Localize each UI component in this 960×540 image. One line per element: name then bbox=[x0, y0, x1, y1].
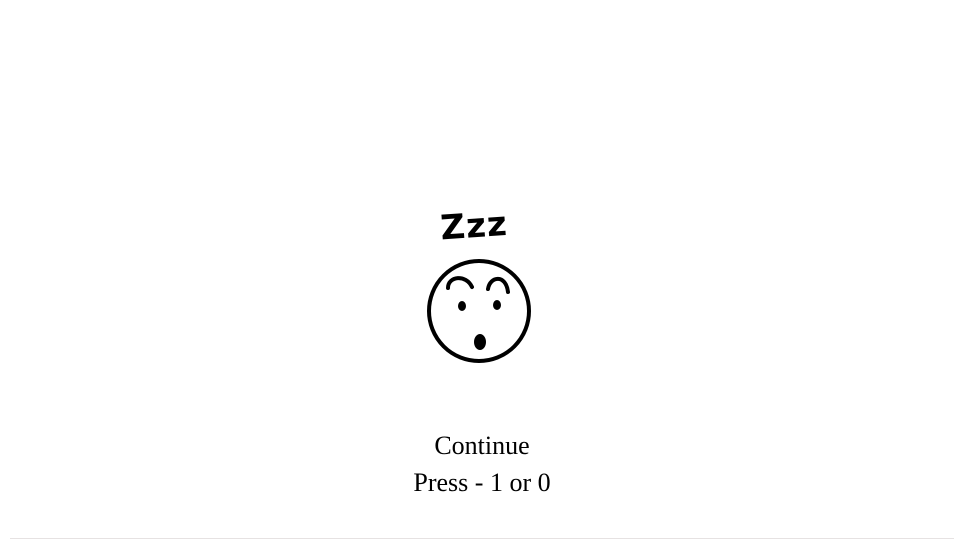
bottom-divider bbox=[10, 538, 954, 539]
key-instruction: Press - 1 or 0 bbox=[413, 468, 551, 497]
left-eye bbox=[458, 301, 466, 311]
zzz-caption: Zzz bbox=[439, 204, 509, 249]
mouth bbox=[474, 334, 486, 350]
right-eyebrow bbox=[486, 276, 510, 294]
right-eye bbox=[493, 300, 501, 310]
sleeping-face-icon: Zzz bbox=[427, 204, 531, 363]
left-eyebrow bbox=[446, 276, 474, 290]
continue-label: Continue bbox=[434, 431, 530, 460]
